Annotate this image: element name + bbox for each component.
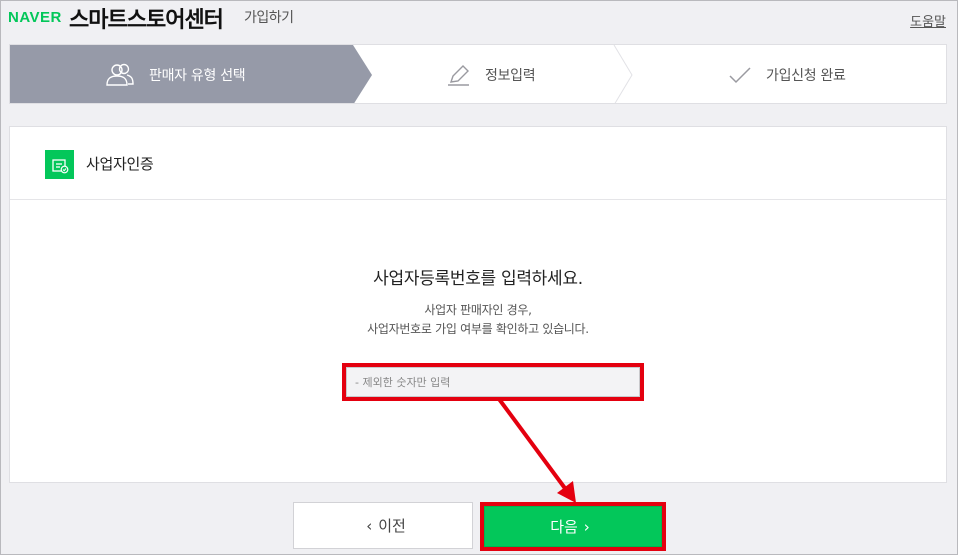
app-title[interactable]: 스마트스토어센터 — [69, 2, 224, 34]
help-link[interactable]: 도움말 — [910, 11, 946, 30]
chevron-right-icon: › — [583, 517, 590, 536]
check-icon — [729, 67, 751, 84]
chevron-left-icon: ‹ — [366, 516, 373, 535]
next-button[interactable]: 다음 › — [484, 506, 662, 547]
signup-steps: 판매자 유형 선택 정보입력 가입신청 완료 — [9, 44, 947, 104]
page-heading: 사업자등록번호를 입력하세요. — [373, 269, 583, 289]
prev-button-label: 이전 — [378, 517, 406, 535]
business-number-input[interactable] — [346, 367, 640, 397]
header: NAVER 스마트스토어센터 가입하기 도움말 — [1, 1, 957, 35]
step-complete: 가입신청 완료 — [728, 45, 846, 103]
description-line-1: 사업자 판매자인 경우, — [424, 303, 532, 317]
panel-title: 사업자인증 — [86, 155, 154, 173]
step-label: 정보입력 — [485, 68, 536, 84]
description-line-2: 사업자번호로 가입 여부를 확인하고 있습니다. — [367, 322, 589, 336]
panel-header: 사업자인증 — [10, 127, 946, 200]
step-info-input: 정보입력 — [447, 45, 536, 103]
step-label: 판매자 유형 선택 — [149, 68, 246, 84]
next-button-label: 다음 — [550, 518, 578, 536]
step-seller-type: 판매자 유형 선택 — [105, 45, 246, 103]
users-icon — [106, 63, 134, 86]
business-verify-icon — [45, 150, 74, 179]
prev-button[interactable]: ‹ 이전 — [293, 502, 473, 549]
pencil-icon — [448, 65, 469, 86]
next-button-highlight: 다음 › — [480, 502, 666, 551]
input-highlight — [342, 363, 644, 401]
step-label: 가입신청 완료 — [766, 68, 846, 84]
naver-logo[interactable]: NAVER — [8, 9, 62, 26]
business-verify-panel: 사업자인증 사업자등록번호를 입력하세요. 사업자 판매자인 경우, 사업자번호… — [9, 126, 947, 483]
page-subtitle: 가입하기 — [244, 10, 294, 26]
